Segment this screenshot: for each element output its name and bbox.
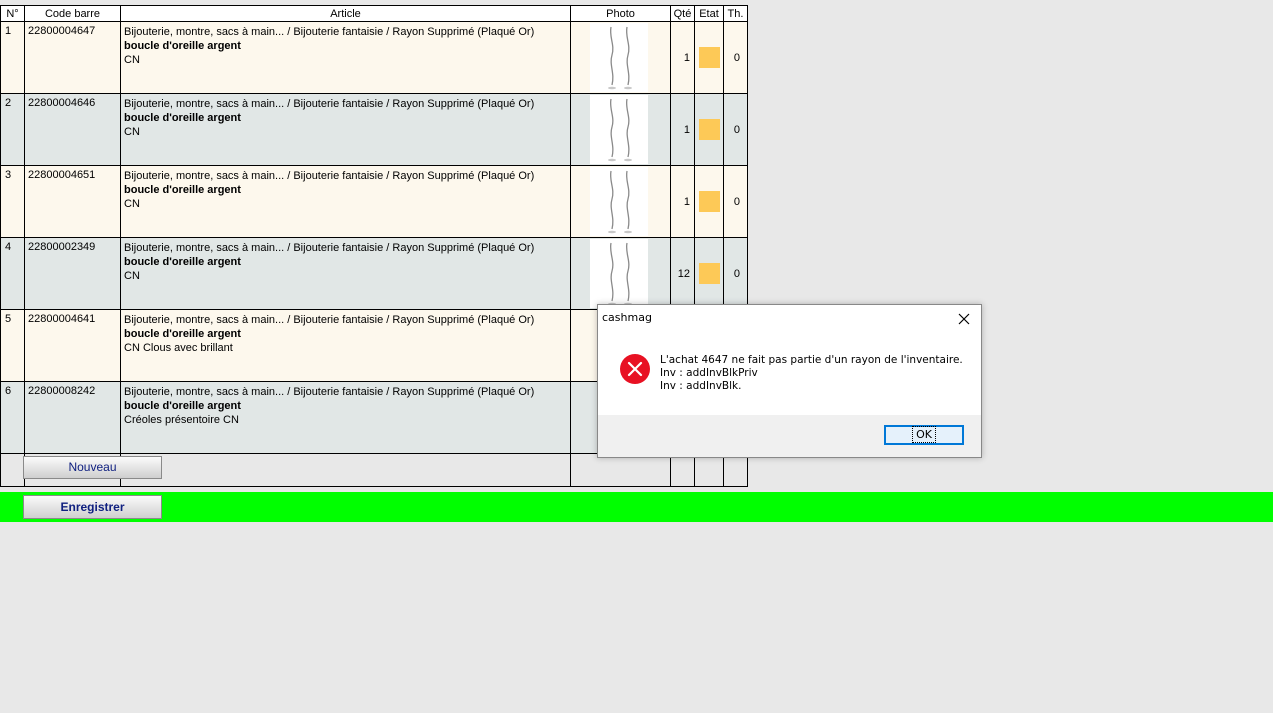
error-icon [619,353,651,385]
row-detail: CN Clous avec brillant [124,342,233,354]
row-article: Bijouterie, montre, sacs à main... / Bij… [120,21,571,94]
dialog-message-line: L'achat 4647 ne fait pas partie d'un ray… [660,354,963,366]
row-detail: CN [124,54,140,66]
row-article: Bijouterie, montre, sacs à main... / Bij… [120,309,571,382]
row-photo [570,237,671,310]
row-detail: CN [124,198,140,210]
row-name: boucle d'oreille argent [124,328,241,340]
row-barcode: 22800004647 [24,21,121,94]
row-th: 0 [723,165,748,238]
row-category: Bijouterie, montre, sacs à main... / Bij… [124,386,535,398]
state-swatch [698,47,720,68]
earring-photo [590,239,648,308]
table-row[interactable]: 1 22800004647 Bijouterie, montre, sacs à m… [0,21,748,94]
table-row[interactable]: 2 22800004646 Bijouterie, montre, sacs à m… [0,93,748,166]
state-swatch [698,263,720,284]
row-name: boucle d'oreille argent [124,40,241,52]
earring-photo [590,167,648,236]
row-name: boucle d'oreille argent [124,400,241,412]
row-qty: 1 [670,165,695,238]
row-number: 3 [0,165,25,238]
close-icon[interactable] [953,308,975,330]
header-th[interactable]: Th. [723,5,748,22]
row-article: Bijouterie, montre, sacs à main... / Bij… [120,381,571,454]
row-article: Bijouterie, montre, sacs à main... / Bij… [120,237,571,310]
row-article: Bijouterie, montre, sacs à main... / Bij… [120,165,571,238]
table-header: N° Code barre Article Photo Qté Etat Th. [0,5,748,22]
row-name: boucle d'oreille argent [124,256,241,268]
row-state [694,165,724,238]
new-button[interactable]: Nouveau [23,456,162,479]
row-number: 5 [0,309,25,382]
row-qty: 1 [670,21,695,94]
row-category: Bijouterie, montre, sacs à main... / Bij… [124,170,535,182]
row-th: 0 [723,237,748,310]
row-state [694,21,724,94]
row-name: boucle d'oreille argent [124,112,241,124]
state-swatch [698,191,720,212]
row-photo [570,93,671,166]
header-article[interactable]: Article [120,5,571,22]
row-state [694,237,724,310]
row-article: Bijouterie, montre, sacs à main... / Bij… [120,93,571,166]
earring-photo [590,95,648,164]
row-qty: 1 [670,93,695,166]
row-category: Bijouterie, montre, sacs à main... / Bij… [124,314,535,326]
row-th: 0 [723,93,748,166]
save-bar: Enregistrer [0,492,1273,522]
row-barcode: 22800004646 [24,93,121,166]
header-state[interactable]: Etat [694,5,724,22]
row-number: 1 [0,21,25,94]
row-photo [570,165,671,238]
row-barcode: 22800004651 [24,165,121,238]
dialog-message-line: Inv : addInvBlk. [660,380,742,392]
dialog-footer: OK [598,415,981,457]
row-name: boucle d'oreille argent [124,184,241,196]
row-th: 0 [723,21,748,94]
table-row[interactable]: 3 22800004651 Bijouterie, montre, sacs à m… [0,165,748,238]
header-photo[interactable]: Photo [570,5,671,22]
state-swatch [698,119,720,140]
dialog-message-line: Inv : addInvBlkPriv [660,367,758,379]
header-code[interactable]: Code barre [24,5,121,22]
row-barcode: 22800004641 [24,309,121,382]
row-qty: 12 [670,237,695,310]
earring-photo [590,23,648,92]
row-detail: CN [124,270,140,282]
dialog-message: L'achat 4647 ne fait pas partie d'un ray… [660,354,963,393]
row-state [694,93,724,166]
header-num[interactable]: N° [0,5,25,22]
dialog-title: cashmag [602,311,652,324]
row-category: Bijouterie, montre, sacs à main... / Bij… [124,242,535,254]
row-barcode: 22800002349 [24,237,121,310]
row-number: 6 [0,381,25,454]
save-button[interactable]: Enregistrer [23,495,162,519]
error-dialog: cashmag L'achat 4647 ne fait pas partie … [597,304,982,458]
header-qty[interactable]: Qté [670,5,695,22]
ok-button-label: OK [912,426,936,443]
row-detail: Créoles présentoire CN [124,414,239,426]
row-number: 2 [0,93,25,166]
row-category: Bijouterie, montre, sacs à main... / Bij… [124,98,535,110]
ok-button[interactable]: OK [884,425,964,445]
row-number: 4 [0,237,25,310]
row-photo [570,21,671,94]
row-detail: CN [124,126,140,138]
table-row[interactable]: 4 22800002349 Bijouterie, montre, sacs à m… [0,237,748,310]
row-category: Bijouterie, montre, sacs à main... / Bij… [124,26,535,38]
row-barcode: 22800008242 [24,381,121,454]
